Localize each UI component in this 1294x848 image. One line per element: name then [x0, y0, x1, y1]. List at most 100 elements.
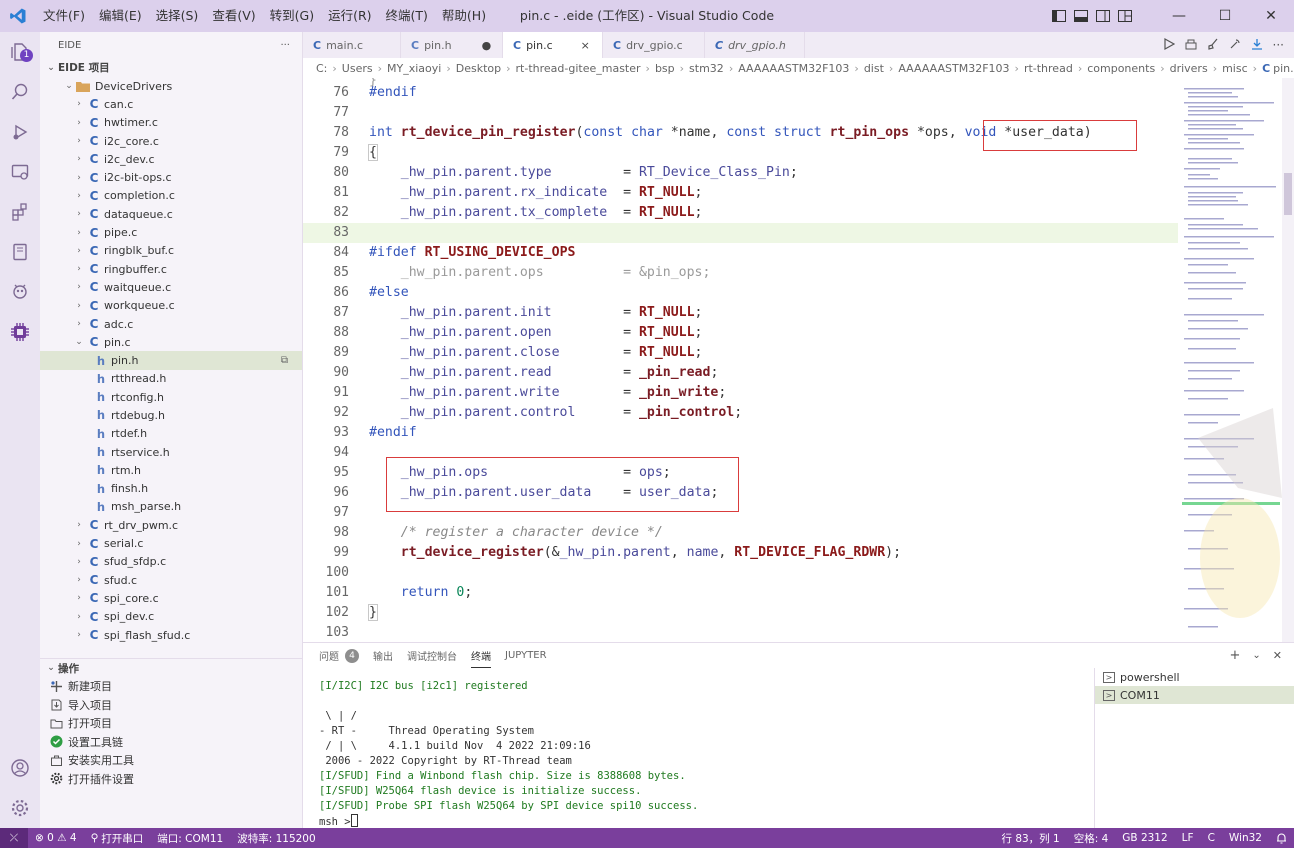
tree-header[interactable]: h rtdebug.h: [40, 406, 302, 424]
tree-file[interactable]: › Ci2c_dev.c: [40, 150, 302, 168]
status-baud[interactable]: 波特率: 115200: [230, 828, 322, 848]
unsaved-dot-icon[interactable]: ●: [482, 39, 492, 52]
status-port[interactable]: 端口: COM11: [150, 828, 230, 848]
status-encoding[interactable]: GB 2312: [1115, 828, 1174, 848]
close-window-button[interactable]: ✕: [1248, 0, 1294, 32]
tab-drv-gpio-c[interactable]: Cdrv_gpio.c: [603, 32, 705, 58]
scrollbar-thumb[interactable]: [1284, 173, 1292, 215]
download-icon[interactable]: [1251, 38, 1263, 53]
tree-file[interactable]: › Ccan.c: [40, 95, 302, 113]
menu-go[interactable]: 转到(G): [263, 0, 321, 32]
menu-edit[interactable]: 编辑(E): [92, 0, 149, 32]
account-icon[interactable]: [0, 748, 40, 788]
breadcrumb-item[interactable]: pin.c: [1273, 62, 1294, 75]
tree-header[interactable]: h finsh.h: [40, 480, 302, 498]
toggle-panel-icon[interactable]: [1070, 0, 1092, 32]
tree-file[interactable]: › Cspi_flash_sfud.c: [40, 626, 302, 644]
status-open-serial[interactable]: ⚲ 打开串口: [84, 828, 151, 848]
breadcrumb-item[interactable]: drivers: [1170, 62, 1208, 75]
menu-file[interactable]: 文件(F): [36, 0, 92, 32]
breadcrumb-item[interactable]: components: [1087, 62, 1155, 75]
tab-pin-c[interactable]: Cpin.c ×: [503, 32, 603, 58]
code-editor[interactable]: } 76 #endif 77 78 int rt_device_pin_regist…: [303, 78, 1178, 642]
notifications-bell-icon[interactable]: [1269, 828, 1294, 848]
breadcrumb-item[interactable]: AAAAAASTM32F103: [898, 62, 1009, 75]
menu-help[interactable]: 帮助(H): [435, 0, 493, 32]
status-position[interactable]: 行 83，列 1: [994, 828, 1066, 848]
tree-file[interactable]: › Cworkqueue.c: [40, 297, 302, 315]
breadcrumb-item[interactable]: Desktop: [456, 62, 501, 75]
tree-file[interactable]: › Crt_drv_pwm.c: [40, 516, 302, 534]
tab-output[interactable]: 输出: [373, 643, 393, 668]
tree-file[interactable]: › Cserial.c: [40, 534, 302, 552]
status-problems[interactable]: ⊗ 0 ⚠ 4: [28, 828, 84, 848]
menu-selection[interactable]: 选择(S): [149, 0, 206, 32]
tab-drv-gpio-h[interactable]: Cdrv_gpio.h: [705, 32, 805, 58]
toggle-secondary-sidebar-icon[interactable]: [1092, 0, 1114, 32]
status-platform[interactable]: Win32: [1222, 828, 1269, 848]
tree-header[interactable]: h rtm.h: [40, 461, 302, 479]
close-panel-icon[interactable]: ✕: [1273, 649, 1282, 662]
explorer-icon[interactable]: 1: [0, 32, 40, 72]
menu-view[interactable]: 查看(V): [205, 0, 262, 32]
tree-file[interactable]: › Cringblk_buf.c: [40, 242, 302, 260]
build-icon[interactable]: [1185, 38, 1197, 53]
breadcrumb-item[interactable]: Users: [342, 62, 373, 75]
tools-icon[interactable]: [1229, 38, 1241, 53]
breadcrumb-item[interactable]: rt-thread: [1024, 62, 1073, 75]
open-file-icon[interactable]: ⧉: [281, 355, 288, 366]
terminal-item-com11[interactable]: > COM11: [1095, 686, 1294, 704]
breadcrumb-item[interactable]: misc: [1222, 62, 1248, 75]
run-icon[interactable]: [1163, 37, 1175, 53]
terminal-dropdown-icon[interactable]: ⌄: [1252, 650, 1260, 661]
tab-pin-h[interactable]: Cpin.h ●: [401, 32, 503, 58]
tree-file[interactable]: › Cspi_dev.c: [40, 608, 302, 626]
tree-header[interactable]: h msh_parse.h: [40, 498, 302, 516]
search-icon[interactable]: [0, 72, 40, 112]
breadcrumb-item[interactable]: stm32: [689, 62, 724, 75]
tab-terminal[interactable]: 终端: [471, 643, 491, 668]
op-new-project[interactable]: 新建项目: [40, 677, 302, 696]
tree-file[interactable]: › Cringbuffer.c: [40, 260, 302, 278]
menu-terminal[interactable]: 终端(T): [379, 0, 435, 32]
settings-gear-icon[interactable]: [0, 788, 40, 828]
tree-file[interactable]: › Cpipe.c: [40, 223, 302, 241]
breadcrumb-item[interactable]: MY_xiaoyi: [387, 62, 441, 75]
tree-file[interactable]: › Csfud_sfdp.c: [40, 553, 302, 571]
tree-file[interactable]: › Ci2c_core.c: [40, 132, 302, 150]
status-spaces[interactable]: 空格: 4: [1067, 828, 1116, 848]
tree-header-selected[interactable]: h pin.h ⧉: [40, 351, 302, 370]
tree-folder-devicedrivers[interactable]: ⌄ DeviceDrivers: [40, 77, 302, 95]
tab-problems[interactable]: 问题 4: [319, 643, 359, 668]
tab-jupyter[interactable]: JUPYTER: [505, 643, 547, 668]
more-actions-icon[interactable]: ···: [1273, 38, 1284, 52]
eide-chip-icon[interactable]: [0, 312, 40, 352]
notebook-icon[interactable]: [0, 232, 40, 272]
status-language[interactable]: C: [1201, 828, 1222, 848]
breadcrumb-item[interactable]: bsp: [655, 62, 675, 75]
status-eol[interactable]: LF: [1175, 828, 1201, 848]
terminal-item-powershell[interactable]: > powershell: [1095, 668, 1294, 686]
op-open-project[interactable]: 打开项目: [40, 714, 302, 733]
op-plugin-settings[interactable]: 打开插件设置: [40, 770, 302, 789]
close-tab-icon[interactable]: ×: [581, 39, 590, 52]
tree-header[interactable]: h rtthread.h: [40, 370, 302, 388]
menu-run[interactable]: 运行(R): [321, 0, 378, 32]
breadcrumb-item[interactable]: C:: [316, 62, 327, 75]
toggle-sidebar-icon[interactable]: [1048, 0, 1070, 32]
tree-file[interactable]: › Cadc.c: [40, 315, 302, 333]
tree-file[interactable]: › Ccompletion.c: [40, 187, 302, 205]
op-set-toolchain[interactable]: 设置工具链: [40, 733, 302, 752]
tree-file[interactable]: › Cwaitqueue.c: [40, 278, 302, 296]
sidebar-more-button[interactable]: ···: [280, 40, 290, 51]
minimap[interactable]: [1178, 78, 1282, 642]
extensions-icon[interactable]: [0, 192, 40, 232]
tree-file[interactable]: › Ci2c-bit-ops.c: [40, 168, 302, 186]
platformio-icon[interactable]: [0, 272, 40, 312]
tab-debug-console[interactable]: 调试控制台: [407, 643, 457, 668]
breadcrumb-item[interactable]: rt-thread-gitee_master: [516, 62, 641, 75]
tree-file-expanded[interactable]: ⌄ Cpin.c: [40, 333, 302, 351]
breadcrumb-item[interactable]: dist: [864, 62, 884, 75]
minimize-button[interactable]: —: [1156, 0, 1202, 32]
tree-header[interactable]: h rtservice.h: [40, 443, 302, 461]
